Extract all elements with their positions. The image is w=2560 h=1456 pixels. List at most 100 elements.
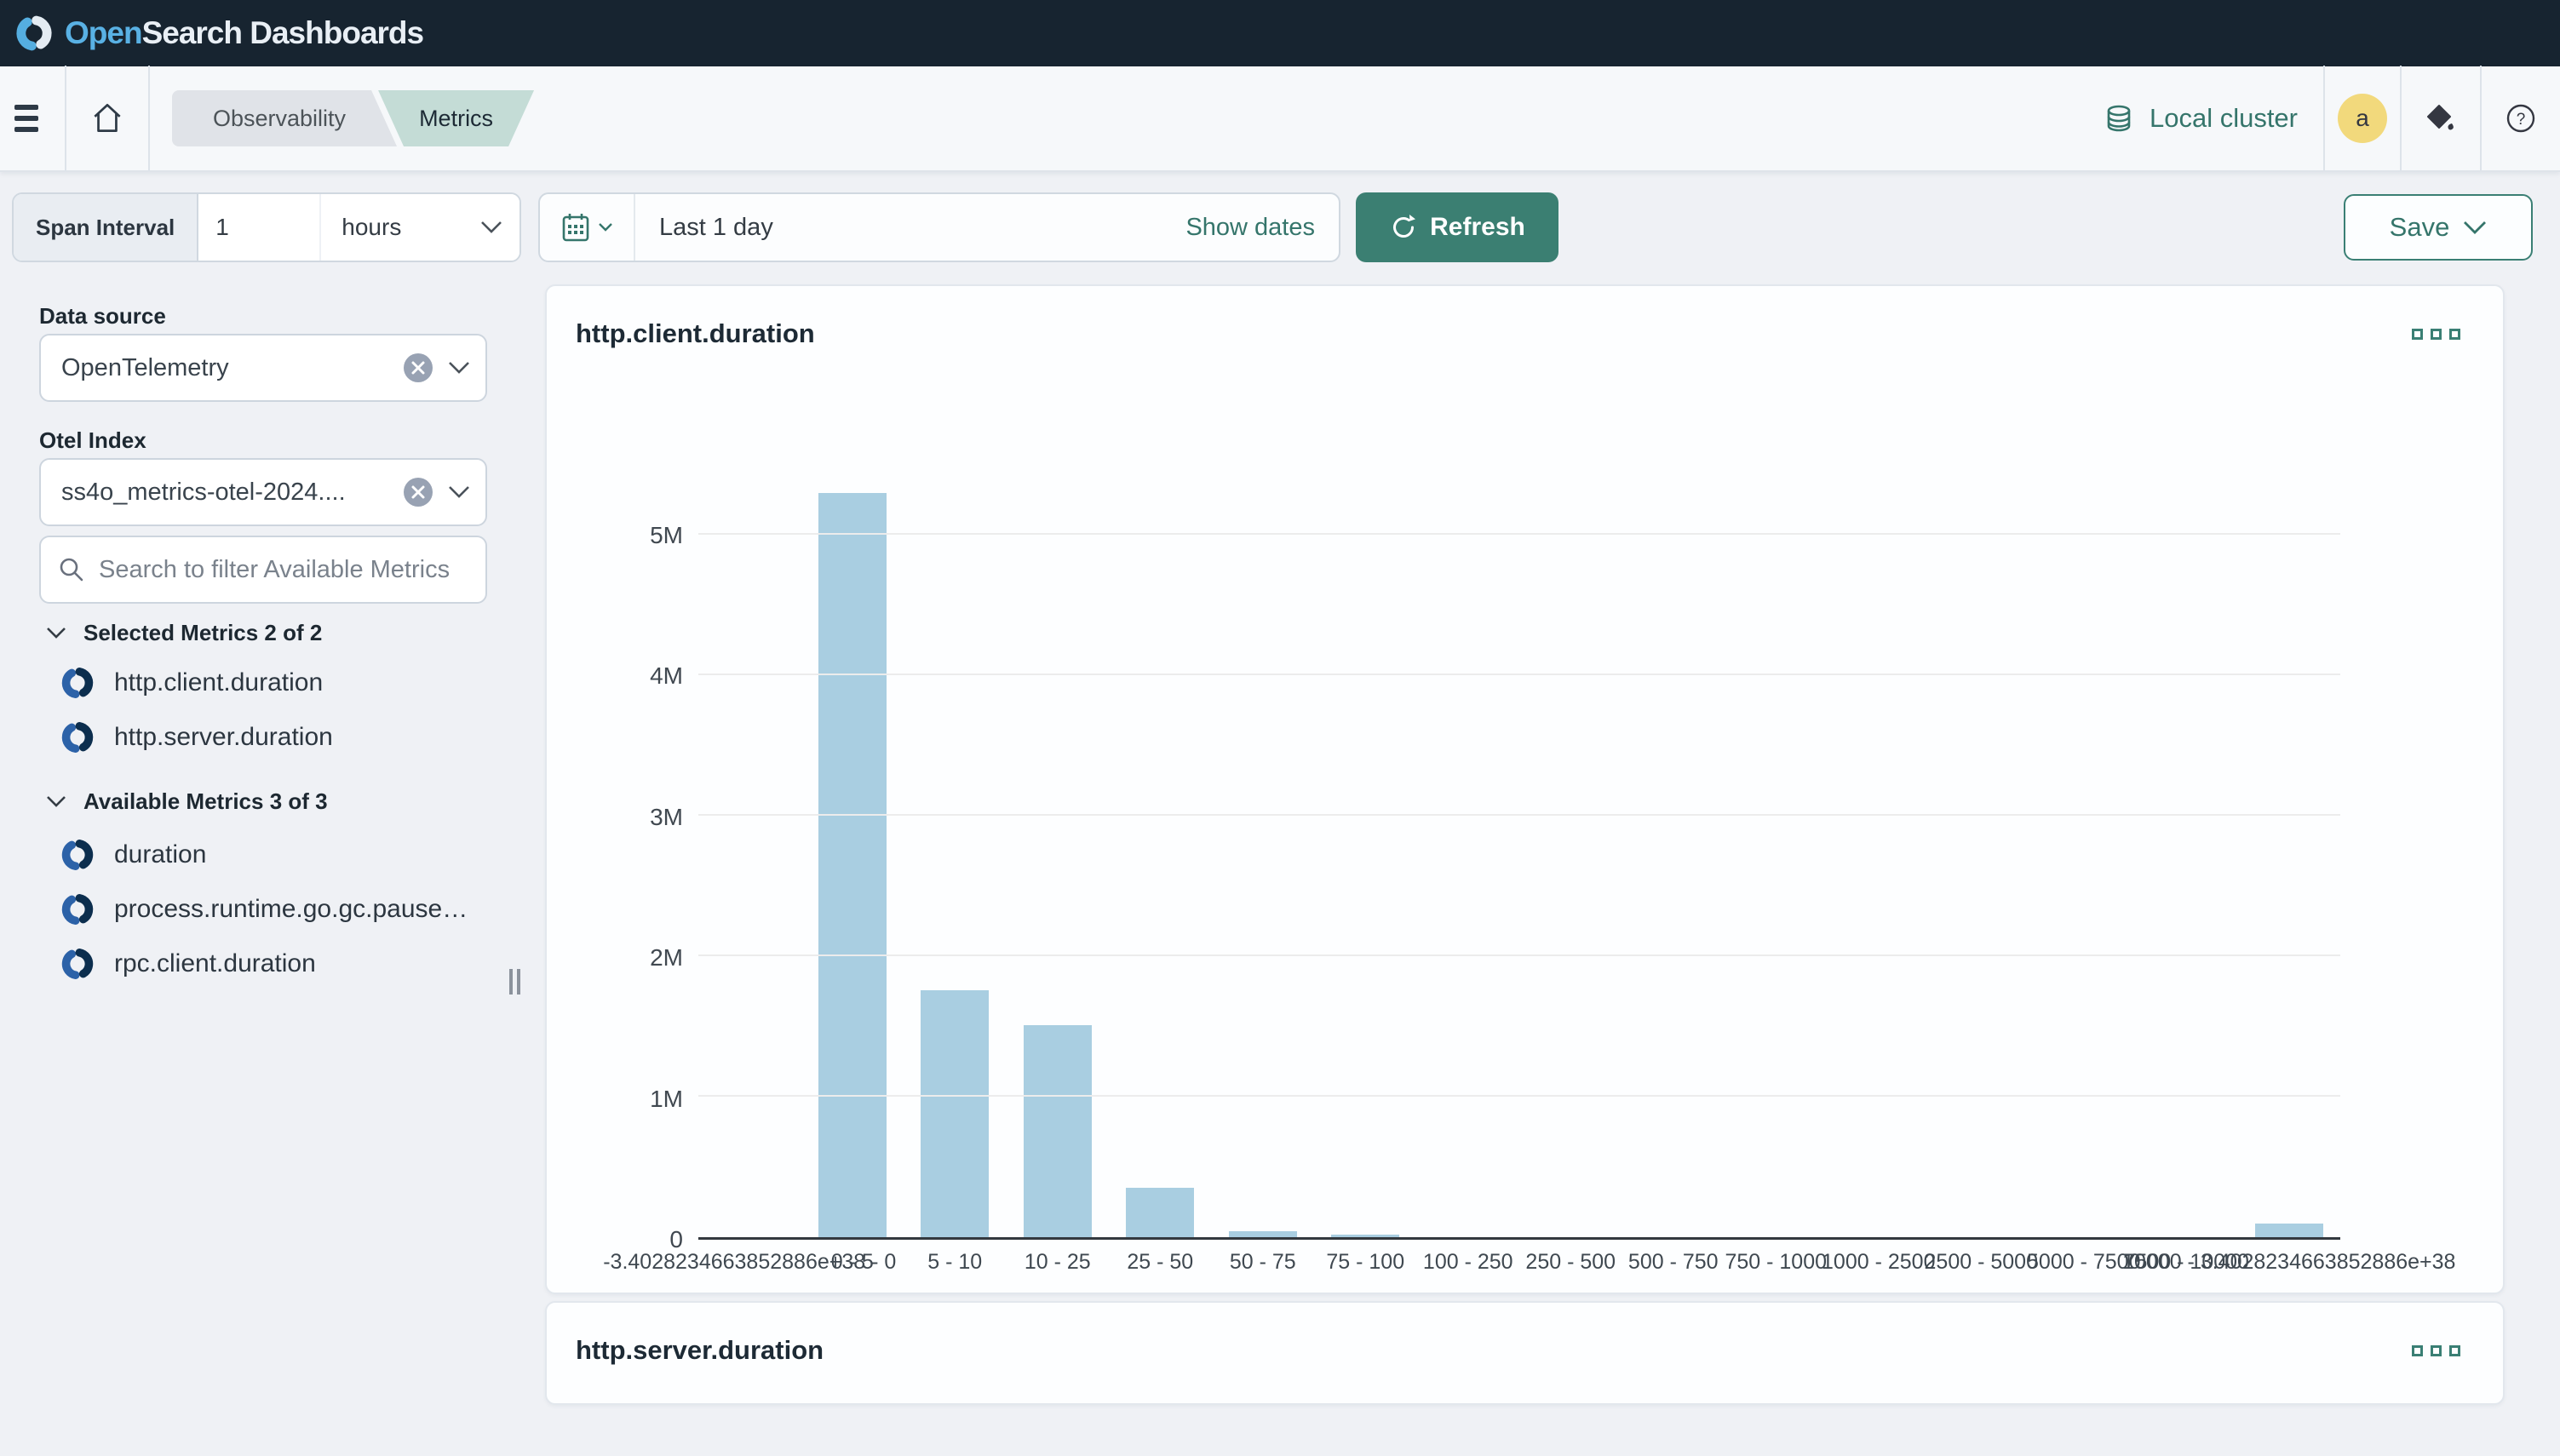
nav-right-tools: Local cluster a ?: [2078, 66, 2560, 171]
x-tick-label: 250 - 500: [1525, 1250, 1616, 1275]
data-source-combobox[interactable]: OpenTelemetry: [39, 334, 487, 402]
calendar-icon: [560, 211, 591, 244]
refresh-icon: [1389, 213, 1418, 242]
metric-item-label: duration: [114, 840, 206, 869]
x-tick-label: 10 - 25: [1025, 1250, 1091, 1275]
navigation-bar: Observability Metrics Local cluster a: [0, 66, 2560, 172]
cluster-selector[interactable]: Local cluster: [2078, 66, 2323, 171]
breadcrumb-metrics: Metrics: [378, 90, 534, 146]
paint-bucket-icon: [2424, 101, 2458, 135]
y-axis-labels: 01M2M3M4M5M: [547, 493, 683, 1240]
opensearch-logo[interactable]: OpenSearch Dashboards: [12, 11, 423, 55]
y-tick-label: 3M: [547, 804, 683, 831]
x-tick-label: 500 - 750: [1628, 1250, 1719, 1275]
x-tick-label: 50 - 75: [1230, 1250, 1296, 1275]
quick-select-button[interactable]: [540, 194, 635, 261]
opensearch-logo-icon: [12, 11, 56, 55]
bar: [1331, 1235, 1399, 1237]
toolbar: Span Interval hours Last 1 day: [0, 192, 2560, 262]
metric-item-label: process.runtime.go.gc.pause…: [114, 895, 468, 924]
cluster-label: Local cluster: [2150, 103, 2298, 134]
gridline: [698, 1095, 2340, 1097]
show-dates-link[interactable]: Show dates: [1162, 194, 1339, 261]
span-interval-label: Span Interval: [14, 194, 198, 261]
gridline: [698, 954, 2340, 956]
x-tick-label: 2500 - 5000: [1925, 1250, 2038, 1275]
span-interval-input[interactable]: [198, 194, 319, 261]
metrics-search-input[interactable]: [99, 556, 472, 584]
opensearch-metric-icon: [58, 835, 97, 874]
bar: [1126, 1188, 1194, 1237]
visualization-panel-http-server-duration: http.server.duration: [545, 1301, 2505, 1405]
panel-title: http.server.duration: [576, 1335, 824, 1366]
home-button[interactable]: [66, 66, 148, 171]
svg-text:?: ?: [2517, 111, 2526, 129]
home-icon: [88, 99, 127, 138]
help-icon: ?: [2504, 101, 2538, 135]
metric-item[interactable]: duration: [58, 828, 518, 882]
x-tick-label: 750 - 1000: [1725, 1250, 1827, 1275]
app-title: OpenSearch Dashboards: [65, 15, 423, 51]
clear-selection-icon[interactable]: [402, 476, 434, 508]
gridline: [698, 814, 2340, 816]
visualization-panel-http-client-duration: http.client.duration 01M2M3M4M5M -3.4028…: [545, 284, 2505, 1294]
user-avatar-button[interactable]: a: [2325, 66, 2400, 171]
available-metrics-list: duration process.runtime.go.gc.pause… rp…: [58, 828, 518, 991]
span-interval-group: Span Interval hours: [12, 192, 521, 262]
date-range-value[interactable]: Last 1 day: [635, 194, 1162, 261]
chevron-down-icon: [480, 221, 502, 234]
search-icon: [58, 556, 85, 583]
plot-area: [698, 493, 2340, 1240]
chevron-down-icon: [2463, 221, 2487, 235]
otel-index-value: ss4o_metrics-otel-2024....: [61, 479, 402, 507]
data-source-value: OpenTelemetry: [61, 354, 402, 382]
opensearch-metric-icon: [58, 718, 97, 757]
span-unit-select[interactable]: hours: [319, 194, 519, 261]
chevron-down-icon: [448, 485, 470, 499]
metric-item-label: http.server.duration: [114, 723, 333, 752]
theme-button[interactable]: [2402, 66, 2480, 171]
otel-index-combobox[interactable]: ss4o_metrics-otel-2024....: [39, 458, 487, 526]
bar: [1229, 1231, 1297, 1237]
date-picker: Last 1 day Show dates: [538, 192, 1340, 262]
y-tick-label: 2M: [547, 944, 683, 972]
chevron-down-icon: [448, 361, 470, 375]
metric-item-label: rpc.client.duration: [114, 949, 316, 978]
selected-metrics-title: Selected Metrics 2 of 2: [83, 620, 322, 646]
metric-item[interactable]: process.runtime.go.gc.pause…: [58, 882, 518, 937]
bar: [921, 990, 989, 1237]
available-metrics-header[interactable]: Available Metrics 3 of 3: [46, 788, 328, 815]
x-tick-label: 100 - 250: [1423, 1250, 1513, 1275]
boxes-horizontal-icon: [2412, 1345, 2423, 1356]
metric-item[interactable]: http.server.duration: [58, 710, 518, 765]
x-tick-label: 10000 - 3.4028234663852886e+38: [2122, 1250, 2455, 1275]
hamburger-icon: [14, 99, 50, 138]
chevron-down-icon: [46, 795, 66, 808]
metric-item-label: http.client.duration: [114, 668, 323, 697]
y-tick-label: 1M: [547, 1086, 683, 1113]
opensearch-metric-icon: [58, 944, 97, 983]
save-button[interactable]: Save: [2344, 194, 2533, 261]
available-metrics-title: Available Metrics 3 of 3: [83, 788, 328, 815]
sidebar-resize-handle[interactable]: [509, 969, 528, 995]
refresh-button[interactable]: Refresh: [1356, 192, 1558, 262]
selected-metrics-header[interactable]: Selected Metrics 2 of 2: [46, 620, 322, 646]
gridline: [698, 533, 2340, 535]
bars-row: [698, 493, 2340, 1237]
breadcrumb: Observability Metrics: [172, 90, 534, 146]
bar-chart: 01M2M3M4M5M -3.4028234663852886e+38 - 00…: [547, 286, 2503, 1293]
avatar: a: [2338, 94, 2387, 143]
x-tick-label: 0 - 5: [831, 1250, 874, 1275]
metric-item[interactable]: rpc.client.duration: [58, 937, 518, 991]
y-tick-label: 4M: [547, 662, 683, 690]
help-button[interactable]: ?: [2482, 66, 2560, 171]
span-unit-value: hours: [342, 214, 401, 241]
refresh-label: Refresh: [1430, 213, 1525, 242]
breadcrumb-observability[interactable]: Observability: [172, 90, 397, 146]
clear-selection-icon[interactable]: [402, 352, 434, 384]
menu-button[interactable]: [0, 66, 65, 171]
metric-item[interactable]: http.client.duration: [58, 656, 518, 710]
x-tick-label: 25 - 50: [1127, 1250, 1193, 1275]
panel-actions-button[interactable]: [2407, 1340, 2465, 1361]
otel-index-label: Otel Index: [39, 427, 146, 454]
